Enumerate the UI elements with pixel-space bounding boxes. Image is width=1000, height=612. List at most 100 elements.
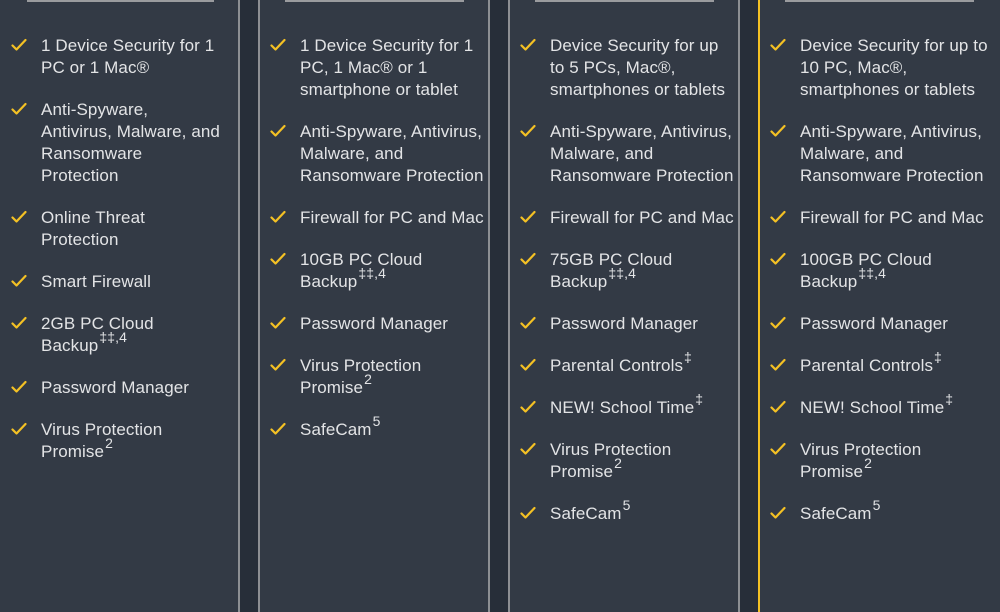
feature-text: Anti-Spyware, Antivirus, Malware, and Ra… (41, 100, 220, 185)
feature-item: Password Manager (270, 313, 486, 335)
check-icon (270, 316, 286, 330)
check-icon (11, 274, 27, 288)
check-icon (11, 102, 27, 116)
check-icon (770, 358, 786, 372)
check-icon (520, 400, 536, 414)
check-icon (770, 252, 786, 266)
feature-text: 1 Device Security for 1 PC or 1 Mac® (41, 36, 215, 77)
footnote-marker: 5 (372, 413, 381, 429)
feature-item: Device Security for up to 10 PC, Mac®, s… (770, 35, 996, 101)
plan-4-feature-list: Device Security for up to 10 PC, Mac®, s… (770, 35, 996, 545)
check-icon (520, 442, 536, 456)
plan-card-4-highlighted: Device Security for up to 10 PC, Mac®, s… (758, 0, 1000, 612)
feature-text: Virus Protection Promise (41, 420, 163, 461)
feature-text: NEW! School Time (800, 398, 945, 417)
check-icon (270, 38, 286, 52)
footnote-marker: ‡‡,4 (608, 265, 636, 281)
footnote-marker: 2 (864, 455, 872, 471)
check-icon (520, 252, 536, 266)
check-icon (520, 124, 536, 138)
feature-text: Firewall for PC and Mac (800, 208, 984, 227)
plan-2-button-edge[interactable] (285, 0, 464, 2)
plan-2-feature-list: 1 Device Security for 1 PC, 1 Mac® or 1 … (270, 35, 486, 461)
footnote-marker: ‡‡,4 (99, 329, 127, 345)
check-icon (270, 124, 286, 138)
feature-text: SafeCam (550, 504, 622, 523)
feature-item: NEW! School Time‡ (520, 392, 736, 419)
plan-4-button-edge[interactable] (785, 0, 974, 2)
feature-text: Password Manager (41, 378, 190, 397)
plan-3-button-edge[interactable] (535, 0, 714, 2)
feature-text: Virus Protection Promise (300, 356, 422, 397)
feature-item: 2GB PC Cloud Backup‡‡,4 (11, 313, 221, 357)
feature-item: 75GB PC Cloud Backup‡‡,4 (520, 249, 736, 293)
feature-text: SafeCam (800, 504, 872, 523)
plan-1-feature-list: 1 Device Security for 1 PC or 1 Mac® Anti… (11, 35, 221, 483)
feature-text: Virus Protection Promise (800, 440, 922, 481)
footnote-marker: ‡ (934, 349, 942, 365)
check-icon (520, 38, 536, 52)
check-icon (11, 316, 27, 330)
check-icon (270, 358, 286, 372)
check-icon (520, 358, 536, 372)
check-icon (770, 400, 786, 414)
feature-text: Device Security for up to 10 PC, Mac®, s… (800, 36, 988, 99)
feature-text: Device Security for up to 5 PCs, Mac®, s… (550, 36, 726, 99)
feature-item: 100GB PC Cloud Backup‡‡,4 (770, 249, 996, 293)
footnote-marker: ‡‡,4 (358, 265, 386, 281)
feature-text: SafeCam (300, 420, 372, 439)
feature-text: 1 Device Security for 1 PC, 1 Mac® or 1 … (300, 36, 474, 99)
footnote-marker: 5 (872, 497, 881, 513)
feature-item: Password Manager (11, 377, 221, 399)
footnote-marker: 2 (105, 435, 113, 451)
feature-item: Virus Protection Promise2 (11, 419, 221, 463)
feature-item: 1 Device Security for 1 PC or 1 Mac® (11, 35, 221, 79)
check-icon (11, 210, 27, 224)
check-icon (770, 442, 786, 456)
feature-text: Anti-Spyware, Antivirus, Malware, and Ra… (800, 122, 984, 185)
check-icon (11, 380, 27, 394)
check-icon (770, 316, 786, 330)
feature-item: Virus Protection Promise2 (520, 439, 736, 483)
check-icon (770, 38, 786, 52)
plan-card-1: 1 Device Security for 1 PC or 1 Mac® Anti… (0, 0, 240, 612)
feature-text: Firewall for PC and Mac (300, 208, 484, 227)
feature-item: SafeCam5 (270, 414, 486, 441)
footnote-marker: ‡ (695, 391, 704, 407)
check-icon (770, 210, 786, 224)
feature-item: SafeCam5 (520, 498, 736, 525)
check-icon (520, 316, 536, 330)
feature-item: Parental Controls‡ (770, 350, 996, 377)
footnote-marker: ‡ (684, 349, 692, 365)
feature-item: Firewall for PC and Mac (770, 207, 996, 229)
feature-text: Password Manager (550, 314, 699, 333)
check-icon (270, 210, 286, 224)
check-icon (11, 38, 27, 52)
feature-item: Parental Controls‡ (520, 350, 736, 377)
feature-item: Anti-Spyware, Antivirus, Malware, and Ra… (270, 121, 486, 187)
feature-item: Online Threat Protection (11, 207, 221, 251)
plan-1-button-edge[interactable] (27, 0, 214, 2)
feature-text: Password Manager (800, 314, 949, 333)
feature-item: Password Manager (520, 313, 736, 335)
feature-item: Anti-Spyware, Antivirus, Malware, and Ra… (11, 99, 221, 187)
feature-item: Virus Protection Promise2 (270, 355, 486, 399)
check-icon (520, 506, 536, 520)
feature-item: Smart Firewall (11, 271, 221, 293)
check-icon (520, 210, 536, 224)
feature-item: Virus Protection Promise2 (770, 439, 996, 483)
plan-card-2: 1 Device Security for 1 PC, 1 Mac® or 1 … (258, 0, 490, 612)
feature-item: Anti-Spyware, Antivirus, Malware, and Ra… (520, 121, 736, 187)
feature-text: 2GB PC Cloud Backup (41, 314, 154, 355)
feature-text: Parental Controls (800, 356, 934, 375)
check-icon (770, 506, 786, 520)
feature-text: Password Manager (300, 314, 449, 333)
footnote-marker: ‡‡,4 (858, 265, 886, 281)
check-icon (270, 252, 286, 266)
feature-text: Firewall for PC and Mac (550, 208, 734, 227)
feature-text: NEW! School Time (550, 398, 695, 417)
feature-item: Firewall for PC and Mac (270, 207, 486, 229)
feature-text: Anti-Spyware, Antivirus, Malware, and Ra… (300, 122, 484, 185)
footnote-marker: 5 (622, 497, 631, 513)
feature-text: Anti-Spyware, Antivirus, Malware, and Ra… (550, 122, 734, 185)
